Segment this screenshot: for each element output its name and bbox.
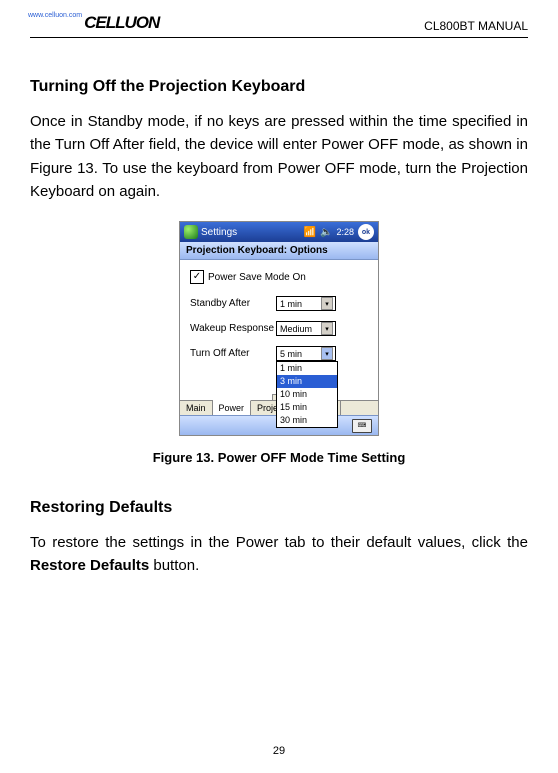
page-header: www.celluon.com CELLUON CL800BT MANUAL — [30, 0, 528, 38]
section-heading-restore: Restoring Defaults — [30, 499, 528, 517]
device-screenshot: Settings 📶 🔈 2:28 ok Projection Keyboard… — [179, 221, 379, 436]
device-titlebar: Settings 📶 🔈 2:28 ok — [180, 222, 378, 242]
window-subtitle: Projection Keyboard: Options — [180, 242, 378, 260]
figure-caption: Figure 13. Power OFF Mode Time Setting — [30, 450, 528, 465]
chevron-down-icon: ▾ — [321, 297, 333, 310]
dropdown-option[interactable]: 10 min — [277, 388, 337, 401]
logo-url: www.celluon.com — [28, 12, 82, 19]
standby-combo[interactable]: 1 min ▾ — [276, 296, 336, 311]
powersave-label: Power Save Mode On — [208, 272, 306, 283]
page-number: 29 — [0, 745, 558, 757]
figure-13: Settings 📶 🔈 2:28 ok Projection Keyboard… — [30, 221, 528, 436]
section-paragraph-turnoff: Once in Standby mode, if no keys are pre… — [30, 110, 528, 203]
keyboard-icon[interactable]: ⌨ — [352, 419, 372, 433]
section-heading-turnoff: Turning Off the Projection Keyboard — [30, 78, 528, 96]
powersave-checkbox[interactable]: ✓ — [190, 270, 204, 284]
tab-power[interactable]: Power — [213, 400, 252, 415]
dropdown-option-selected[interactable]: 3 min — [277, 375, 337, 388]
turnoff-value: 5 min — [280, 349, 302, 359]
chevron-down-icon: ▾ — [321, 347, 333, 360]
restore-text-post: button. — [149, 557, 199, 574]
standby-label: Standby After — [190, 298, 276, 309]
logo-text: CELLUON — [84, 13, 159, 33]
wakeup-combo[interactable]: Medium ▾ — [276, 321, 336, 336]
tab-main[interactable]: Main — [180, 401, 213, 415]
clock-time: 2:28 — [336, 227, 354, 237]
app-title: Settings — [201, 227, 237, 238]
start-icon[interactable] — [184, 225, 198, 239]
speaker-icon: 🔈 — [320, 227, 332, 238]
turnoff-combo[interactable]: 5 min ▾ 1 min 3 min 10 min 15 min 30 min — [276, 346, 336, 361]
wakeup-label: Wakeup Response — [190, 323, 276, 334]
signal-icon: 📶 — [304, 227, 316, 238]
section-paragraph-restore: To restore the settings in the Power tab… — [30, 531, 528, 578]
wakeup-value: Medium — [280, 324, 312, 334]
dropdown-option[interactable]: 30 min — [277, 414, 337, 427]
restore-text-pre: To restore the settings in the Power tab… — [30, 534, 528, 551]
turnoff-dropdown[interactable]: 1 min 3 min 10 min 15 min 30 min — [276, 361, 338, 428]
dropdown-option[interactable]: 1 min — [277, 362, 337, 375]
brand-logo: www.celluon.com CELLUON — [30, 13, 159, 33]
restore-text-bold: Restore Defaults — [30, 557, 149, 574]
ok-button[interactable]: ok — [358, 224, 374, 240]
turnoff-label: Turn Off After — [190, 348, 276, 359]
chevron-down-icon: ▾ — [321, 322, 333, 335]
standby-value: 1 min — [280, 299, 302, 309]
dropdown-option[interactable]: 15 min — [277, 401, 337, 414]
manual-title: CL800BT MANUAL — [424, 19, 528, 33]
